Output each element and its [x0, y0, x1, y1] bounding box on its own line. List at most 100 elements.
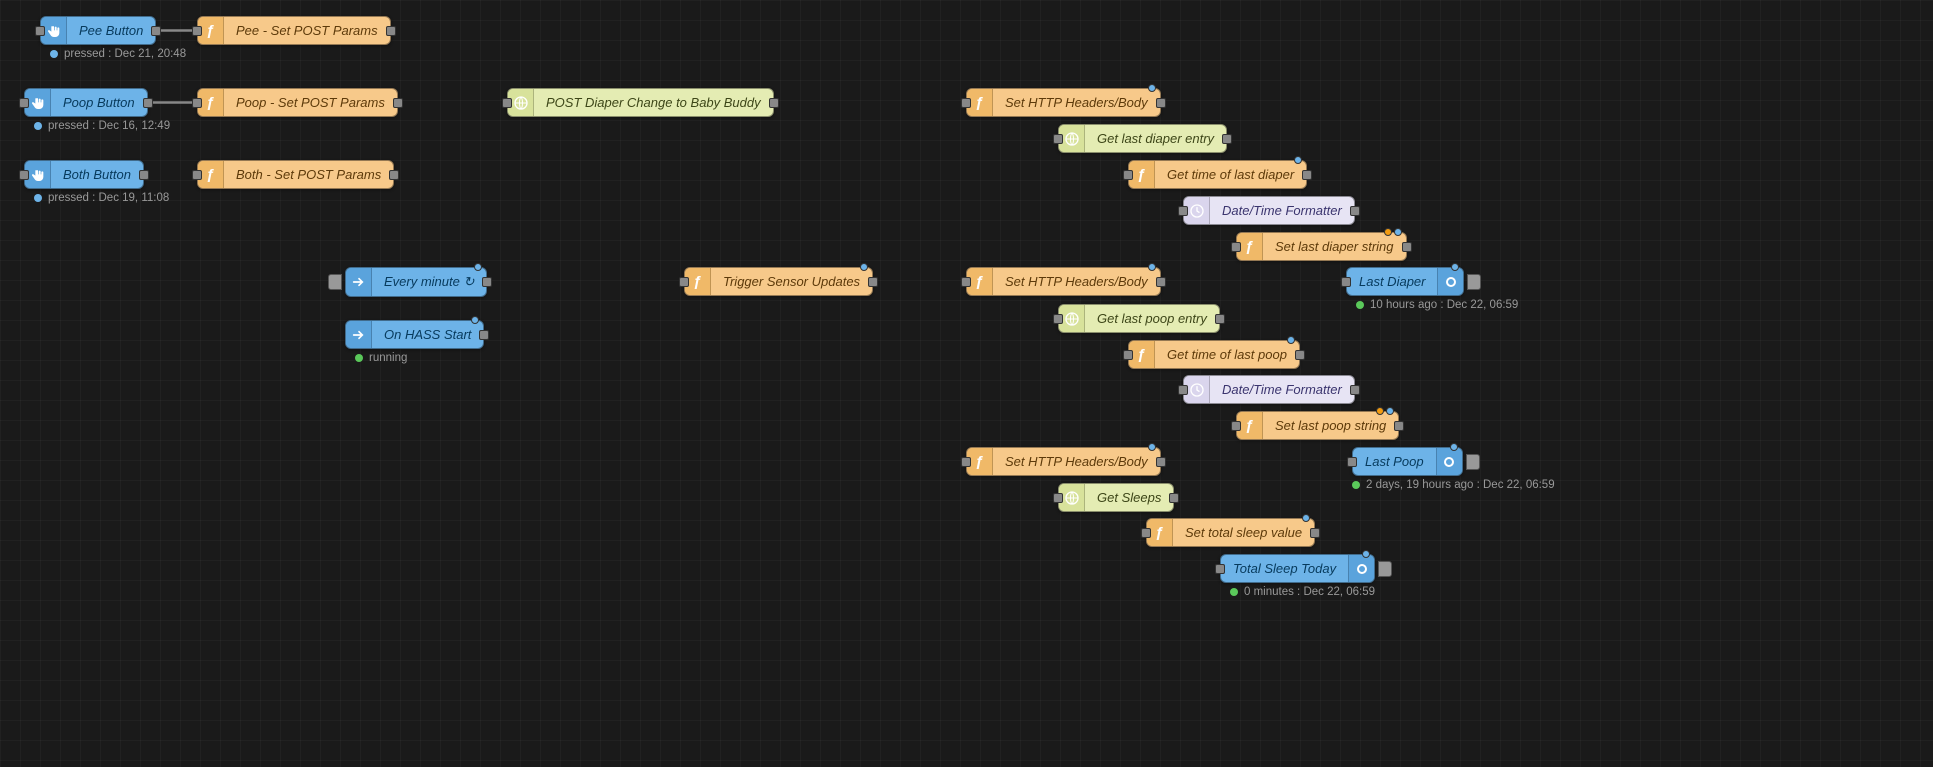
- port-in[interactable]: [1178, 385, 1188, 395]
- port-in[interactable]: [1053, 493, 1063, 503]
- port-in[interactable]: [1123, 170, 1133, 180]
- node-set-http-3[interactable]: Set HTTP Headers/Body: [966, 447, 1161, 476]
- node-set-total-sleep[interactable]: Set total sleep value: [1146, 518, 1315, 547]
- node-set-http-1[interactable]: Set HTTP Headers/Body: [966, 88, 1161, 117]
- port-out[interactable]: [1156, 277, 1166, 287]
- node-post-diaper[interactable]: POST Diaper Change to Baby Buddy: [507, 88, 774, 117]
- node-label: Both - Set POST Params: [224, 161, 393, 188]
- node-label: Last Diaper: [1347, 268, 1437, 295]
- port-out[interactable]: [868, 277, 878, 287]
- ring-icon: [1437, 268, 1463, 295]
- node-label: Get last poop entry: [1085, 305, 1219, 332]
- node-label: Total Sleep Today: [1221, 555, 1348, 582]
- node-poop-set-params[interactable]: Poop - Set POST Params: [197, 88, 398, 117]
- port-out[interactable]: [1156, 98, 1166, 108]
- ring-icon: [1348, 555, 1374, 582]
- port-in[interactable]: [961, 98, 971, 108]
- port-out[interactable]: [1310, 528, 1320, 538]
- node-label: Both Button: [51, 161, 143, 188]
- node-set-last-diaper-string[interactable]: Set last diaper string: [1236, 232, 1407, 261]
- node-last-poop[interactable]: Last Poop: [1352, 447, 1463, 476]
- node-label: Get time of last poop: [1155, 341, 1299, 368]
- port-in[interactable]: [502, 98, 512, 108]
- port-out[interactable]: [1402, 242, 1412, 252]
- port-out[interactable]: [482, 277, 492, 287]
- port-in[interactable]: [679, 277, 689, 287]
- node-on-hass-start[interactable]: On HASS Start: [345, 320, 484, 349]
- port-out[interactable]: [769, 98, 779, 108]
- node-pee-button[interactable]: Pee Button: [40, 16, 156, 45]
- port-in[interactable]: [192, 26, 202, 36]
- node-label: Get time of last diaper: [1155, 161, 1306, 188]
- node-label: Poop Button: [51, 89, 147, 116]
- node-label: Poop - Set POST Params: [224, 89, 397, 116]
- port-in[interactable]: [961, 277, 971, 287]
- node-label: Set last poop string: [1263, 412, 1398, 439]
- status-poop-button: pressed : Dec 16, 12:49: [34, 120, 170, 132]
- node-set-http-2[interactable]: Set HTTP Headers/Body: [966, 267, 1161, 296]
- status-total-sleep-today: 0 minutes : Dec 22, 06:59: [1230, 586, 1375, 598]
- status-pee-button: pressed : Dec 21, 20:48: [50, 48, 186, 60]
- port-out[interactable]: [1350, 206, 1360, 216]
- node-set-last-poop-string[interactable]: Set last poop string: [1236, 411, 1399, 440]
- port-in[interactable]: [1123, 350, 1133, 360]
- port-in[interactable]: [1231, 242, 1241, 252]
- node-label: Set last diaper string: [1263, 233, 1406, 260]
- node-label: Pee - Set POST Params: [224, 17, 390, 44]
- port-out[interactable]: [151, 26, 161, 36]
- node-get-time-last-diaper[interactable]: Get time of last diaper: [1128, 160, 1307, 189]
- port-in[interactable]: [192, 170, 202, 180]
- port-in[interactable]: [961, 457, 971, 467]
- port-out[interactable]: [1295, 350, 1305, 360]
- node-pee-set-params[interactable]: Pee - Set POST Params: [197, 16, 391, 45]
- port-in[interactable]: [1215, 564, 1225, 574]
- node-get-last-diaper-entry[interactable]: Get last diaper entry: [1058, 124, 1227, 153]
- node-label: Pee Button: [67, 17, 155, 44]
- node-label: On HASS Start: [372, 321, 483, 348]
- port-out[interactable]: [1222, 134, 1232, 144]
- debug-button[interactable]: [1378, 561, 1392, 577]
- port-in[interactable]: [1231, 421, 1241, 431]
- port-out[interactable]: [1169, 493, 1179, 503]
- node-every-minute[interactable]: Every minute ↻: [345, 267, 487, 297]
- port-out[interactable]: [1215, 314, 1225, 324]
- node-get-time-last-poop[interactable]: Get time of last poop: [1128, 340, 1300, 369]
- node-total-sleep-today[interactable]: Total Sleep Today: [1220, 554, 1375, 583]
- debug-button[interactable]: [1467, 274, 1481, 290]
- port-out[interactable]: [479, 330, 489, 340]
- port-out[interactable]: [389, 170, 399, 180]
- status-on-hass-start: running: [355, 352, 407, 364]
- port-in[interactable]: [1347, 457, 1357, 467]
- arrow-icon: [346, 321, 372, 348]
- port-out[interactable]: [143, 98, 153, 108]
- port-out[interactable]: [393, 98, 403, 108]
- port-out[interactable]: [139, 170, 149, 180]
- port-in[interactable]: [1141, 528, 1151, 538]
- node-label: Set total sleep value: [1173, 519, 1314, 546]
- port-out[interactable]: [386, 26, 396, 36]
- port-in[interactable]: [1053, 314, 1063, 324]
- port-in[interactable]: [1053, 134, 1063, 144]
- node-both-set-params[interactable]: Both - Set POST Params: [197, 160, 394, 189]
- node-datetime-formatter-2[interactable]: Date/Time Formatter: [1183, 375, 1355, 404]
- node-get-sleeps[interactable]: Get Sleeps: [1058, 483, 1174, 512]
- port-in[interactable]: [1178, 206, 1188, 216]
- port-out[interactable]: [1350, 385, 1360, 395]
- node-trigger-sensor[interactable]: Trigger Sensor Updates: [684, 267, 873, 296]
- debug-button[interactable]: [1466, 454, 1480, 470]
- node-poop-button[interactable]: Poop Button: [24, 88, 148, 117]
- status-last-poop: 2 days, 19 hours ago : Dec 22, 06:59: [1352, 479, 1555, 491]
- node-datetime-formatter-1[interactable]: Date/Time Formatter: [1183, 196, 1355, 225]
- port-in[interactable]: [1341, 277, 1351, 287]
- port-out[interactable]: [1302, 170, 1312, 180]
- node-both-button[interactable]: Both Button: [24, 160, 144, 189]
- port-in[interactable]: [19, 170, 29, 180]
- node-last-diaper[interactable]: Last Diaper: [1346, 267, 1464, 296]
- port-in[interactable]: [19, 98, 29, 108]
- port-out[interactable]: [1156, 457, 1166, 467]
- node-get-last-poop-entry[interactable]: Get last poop entry: [1058, 304, 1220, 333]
- port-in[interactable]: [192, 98, 202, 108]
- port-out[interactable]: [1394, 421, 1404, 431]
- port-in[interactable]: [35, 26, 45, 36]
- inject-button[interactable]: [328, 274, 342, 290]
